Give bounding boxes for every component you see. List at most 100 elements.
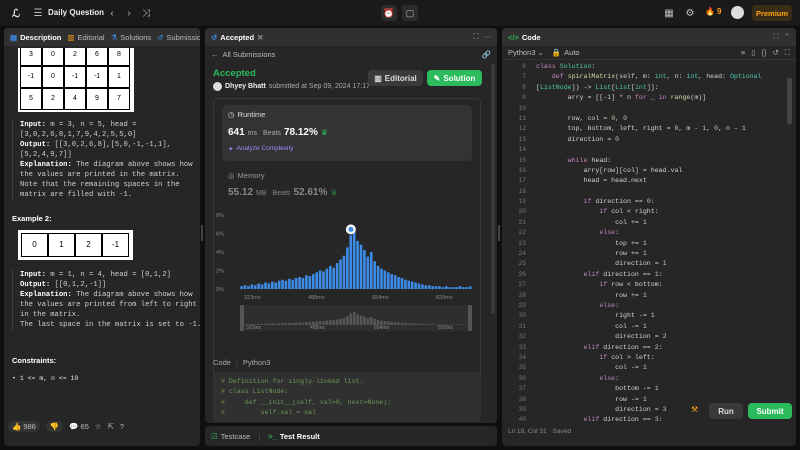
bar — [441, 287, 445, 289]
premium-button[interactable]: Premium — [752, 5, 792, 21]
memory-beats-label: Beats — [272, 190, 291, 197]
language-select[interactable]: Python3 ⌄ — [508, 48, 544, 57]
avatar[interactable] — [731, 6, 744, 19]
settings-icon[interactable]: ⚙ — [683, 6, 697, 20]
code-text: head = head.next — [536, 177, 647, 185]
tab-accepted[interactable]: ↺ Accepted ✕ — [211, 33, 263, 42]
layout-icon[interactable]: ▦ — [662, 6, 676, 20]
runtime-stats: 641 ms Beats 78.12% ♛ — [228, 127, 328, 138]
right-resize-handle[interactable] — [498, 225, 500, 241]
overview-bar — [363, 316, 366, 325]
overview-tick-label: 323ms — [246, 325, 262, 331]
analyze-complexity-link[interactable]: ✦ Analyze Complexity — [228, 145, 294, 153]
example1-matrix-image: 3 0 2 6 8 -1 0 -1 -1 1 5 2 4 9 7 — [18, 48, 134, 112]
tab-testcase[interactable]: ☑ Testcase — [211, 432, 250, 441]
bar — [455, 287, 458, 289]
bar — [257, 283, 260, 289]
editorial-button[interactable]: ▥ Editorial — [368, 70, 423, 86]
tab-description[interactable]: ▤ Description — [10, 33, 61, 42]
bar — [346, 247, 349, 289]
help-icon[interactable]: ? — [120, 422, 124, 431]
runtime-distribution-chart[interactable]: 8% 6% 4% 2% 0% 323ms 488ms 654ms 820ms 323ms 488ms… — [214, 207, 480, 375]
line-number: 33 — [518, 343, 526, 351]
dislike-button[interactable]: 👎 — [45, 420, 64, 432]
overview-bar — [335, 319, 339, 325]
solution-button[interactable]: ✎ Solution — [427, 70, 482, 86]
daily-question-title[interactable]: Daily Question — [48, 8, 104, 17]
comments-button[interactable]: 💬 65 — [69, 422, 89, 431]
user-avatar[interactable] — [213, 82, 222, 91]
tab-solutions[interactable]: ⚗ Solutions — [111, 33, 152, 42]
middle-scrollbar[interactable] — [491, 64, 495, 314]
overview-bar — [260, 324, 264, 325]
more-icon[interactable]: ⋯ — [484, 32, 492, 42]
auto-toggle[interactable]: 🔒 Auto — [552, 48, 580, 57]
braces-icon[interactable]: {} — [761, 48, 766, 58]
bar — [329, 265, 332, 289]
bar — [294, 277, 298, 289]
tab-code[interactable]: </> Code — [508, 33, 541, 42]
code-editor[interactable]: 6 class Solution: 7 def spiralMatrix(self,… — [502, 62, 782, 426]
leetcode-logo-icon[interactable]: ℒ — [9, 6, 23, 20]
all-submissions-link[interactable]: ← All Submissions — [211, 50, 275, 59]
code-line: 33 elif direction == 2: — [502, 343, 782, 353]
reset-icon[interactable]: ↺ — [772, 48, 778, 58]
overview-bar — [301, 322, 305, 325]
tab-submissions[interactable]: ↺Submissions — [157, 33, 200, 42]
overview-bar — [414, 323, 417, 325]
bookmark-icon[interactable]: ▯ — [751, 48, 755, 58]
submit-button[interactable]: Submit — [748, 403, 792, 419]
timer-icon[interactable]: ⏰ — [381, 5, 397, 21]
maximize-icon[interactable]: ⛶ — [773, 32, 778, 42]
middle-window-controls: ⛶ ⋯ — [473, 32, 491, 42]
menu-icon[interactable]: ≡ — [741, 48, 745, 58]
bar — [247, 286, 250, 289]
code-text: arry = [[-1] * n for _ in range(m)] — [536, 94, 707, 102]
like-button[interactable]: 👍 986 — [8, 420, 40, 432]
close-tab-icon[interactable]: ✕ — [257, 33, 263, 42]
bar — [356, 240, 359, 289]
tab-test-result[interactable]: >_ Test Result — [268, 432, 319, 441]
matrix-cell: 9 — [86, 88, 108, 110]
problem-list-icon[interactable]: ☰ — [31, 6, 45, 20]
thumbs-down-icon: 👎 — [49, 421, 60, 431]
bar — [400, 277, 404, 289]
maximize-icon[interactable]: ⛶ — [473, 32, 478, 42]
minimize-icon[interactable]: ⌃ — [784, 32, 790, 42]
overview-bar — [264, 323, 267, 325]
star-icon[interactable]: ☆ — [95, 422, 102, 431]
code-text: class Solution: — [536, 63, 596, 70]
link-icon[interactable]: 🔗 — [482, 50, 491, 59]
bar — [387, 272, 390, 289]
bar — [342, 255, 346, 289]
share-icon[interactable]: ⇱ — [108, 422, 114, 431]
prev-question-icon[interactable]: ‹ — [105, 6, 119, 20]
memory-beats: 52.61% — [293, 187, 328, 198]
tab-editorial[interactable]: ▥ Editorial — [67, 33, 104, 42]
editor-scrollbar[interactable] — [787, 78, 792, 124]
debug-icon[interactable]: ⚒ — [691, 405, 698, 414]
streak-badge[interactable]: 🔥 9 — [705, 7, 721, 16]
bar — [448, 287, 452, 289]
bar — [339, 259, 342, 289]
overview-bar — [329, 320, 332, 325]
submitted-code[interactable]: # Definition for singly-linked list. # c… — [213, 372, 481, 422]
code-line: 14 — [502, 145, 782, 155]
next-question-icon[interactable]: › — [122, 6, 136, 20]
submissions-icon: ↺ — [157, 32, 164, 42]
left-resize-handle[interactable] — [201, 225, 203, 241]
memory-icon: ◎ — [228, 171, 235, 180]
line-number: 7 — [522, 73, 526, 81]
bar — [438, 286, 441, 289]
line-number: 16 — [518, 166, 526, 174]
runtime-card[interactable]: ◷ Runtime 641 ms Beats 78.12% ♛ ✦ Analyze … — [222, 105, 472, 161]
code-text: row -= 1 — [536, 395, 647, 403]
code-text: direction = 2 — [536, 333, 667, 341]
run-button[interactable]: Run — [709, 403, 743, 419]
code-editor-panel: </> Code ⛶ ⌃ Python3 ⌄ 🔒 Auto ≡ ▯ {} ↺ ⛶ 6 cl… — [502, 28, 796, 446]
fullscreen-icon[interactable]: ⛶ — [785, 48, 790, 58]
user-name[interactable]: Dhyey Bhatt — [225, 83, 266, 90]
shuffle-icon[interactable]: ⤨ — [139, 6, 153, 20]
memory-stats: 55.12 MB Beats 52.61% ♛ — [228, 187, 338, 198]
notes-icon[interactable]: ▢ — [402, 5, 418, 21]
